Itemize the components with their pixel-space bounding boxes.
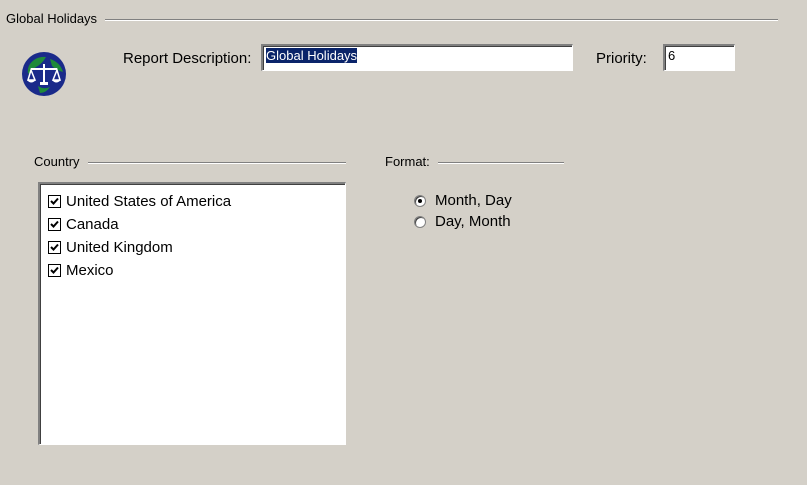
priority-input[interactable]: 6 <box>663 44 735 71</box>
report-description-value: Global Holidays <box>266 48 358 63</box>
priority-label: Priority: <box>596 50 647 67</box>
country-label: United Kingdom <box>66 239 173 256</box>
radio-option[interactable]: Day, Month <box>414 211 512 232</box>
country-listbox[interactable]: United States of America Canada United K… <box>38 182 346 445</box>
checkbox-checked[interactable] <box>48 241 61 254</box>
checkbox-checked[interactable] <box>48 218 61 231</box>
checkbox-checked[interactable] <box>48 264 61 277</box>
report-description-input[interactable]: Global Holidays <box>261 44 573 71</box>
globe-scales-icon <box>20 50 68 98</box>
radio-button[interactable] <box>414 215 426 228</box>
format-group-label: Format: <box>385 154 438 169</box>
report-group-divider <box>18 19 778 21</box>
checkbox-checked[interactable] <box>48 195 61 208</box>
radio-label: Month, Day <box>435 192 512 209</box>
priority-value: 6 <box>668 48 676 63</box>
report-description-label: Report Description: <box>123 50 252 67</box>
country-label: United States of America <box>66 193 232 210</box>
list-item[interactable]: Mexico <box>48 259 345 282</box>
country-label: Mexico <box>66 262 114 279</box>
radio-option[interactable]: Month, Day <box>414 190 512 211</box>
format-options: Month, Day Day, Month <box>414 190 512 232</box>
list-item[interactable]: Canada <box>48 213 345 236</box>
radio-label: Day, Month <box>435 213 511 230</box>
report-group-label: Global Holidays <box>6 11 106 26</box>
country-label: Canada <box>66 216 119 233</box>
country-group-label: Country <box>34 154 88 169</box>
radio-button-selected[interactable] <box>414 194 426 207</box>
list-item[interactable]: United Kingdom <box>48 236 345 259</box>
list-item[interactable]: United States of America <box>48 190 345 213</box>
